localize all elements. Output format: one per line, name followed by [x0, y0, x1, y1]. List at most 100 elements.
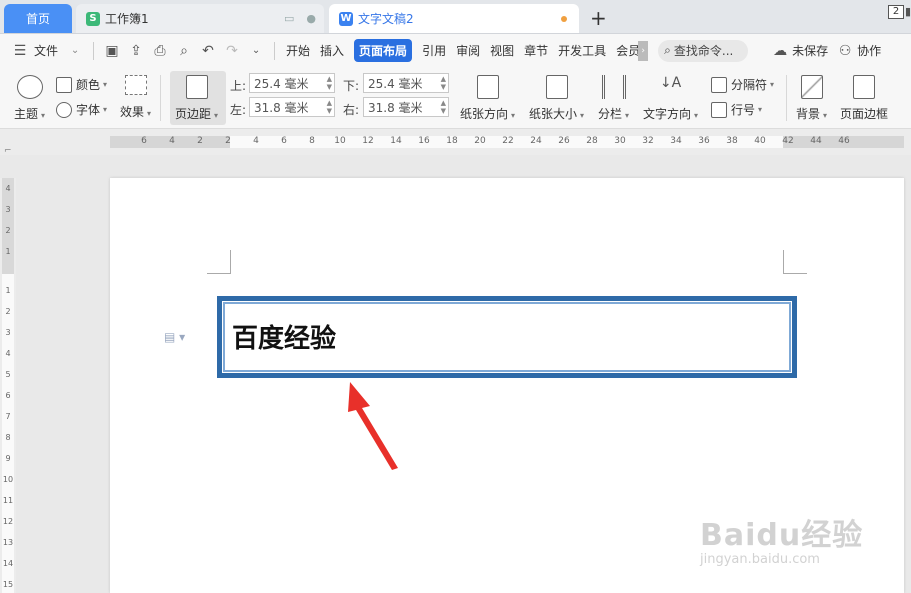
window-count-badge[interactable]: 2	[888, 5, 904, 19]
file-menu[interactable]: 文件	[34, 42, 58, 59]
menu-tab-references[interactable]: 引用	[422, 42, 446, 59]
horizontal-ruler[interactable]: 6 4 2 2 4 6 8 10 12 14 16 18 20 22 24 26 28 30 32 34 36 38 40 4…	[0, 129, 911, 155]
text-direction-button[interactable]: ↓A 文字方向 ▾	[643, 75, 698, 122]
menu-tab-developer[interactable]: 开发工具	[558, 42, 606, 59]
tab-document[interactable]: W 文字文稿2	[329, 4, 579, 33]
tab-home[interactable]: 首页	[4, 4, 72, 33]
paper-size-button[interactable]: 纸张大小 ▾	[529, 75, 584, 122]
ruler-tick-label: 1	[5, 247, 11, 256]
ruler-tick-label: 2	[225, 136, 231, 146]
top-margin-input[interactable]: 25.4 毫米 ▲ ▼	[249, 73, 335, 93]
divider	[786, 75, 787, 121]
spin-arrows-icon[interactable]: ▲ ▼	[327, 99, 332, 115]
spin-arrows-icon[interactable]: ▲ ▼	[327, 75, 332, 91]
tab-workbook[interactable]: S 工作簿1 ▭ ●	[76, 4, 324, 33]
export-icon[interactable]: ⇪	[128, 43, 144, 59]
tab-bar: 首页 S 工作簿1 ▭ ● W 文字文稿2 + 2 ▮	[0, 0, 911, 34]
columns-icon	[601, 75, 626, 99]
orientation-button[interactable]: 纸张方向 ▾	[460, 75, 515, 122]
red-arrow-annotation	[348, 382, 398, 470]
bottom-margin-input[interactable]: 25.4 毫米 ▲ ▼	[363, 73, 449, 93]
ribbon-toolbar: 主题 ▾ 颜色 ▾ 字体 ▾ 效果 ▾ 页边距 ▾ 上: 25.4 毫米 ▲ ▼ 左: 31.…	[0, 67, 911, 129]
ruler-tick-label: 26	[558, 136, 570, 146]
margins-button[interactable]: 页边距 ▾	[175, 75, 218, 122]
ruler-tick-label: 3	[5, 328, 11, 337]
spin-arrows-icon[interactable]: ▲ ▼	[441, 75, 446, 91]
unsaved-indicator-icon[interactable]	[561, 16, 567, 22]
ruler-tick-label: 40	[754, 136, 766, 146]
close-dot-icon[interactable]: ●	[306, 12, 316, 25]
ruler-tick-label: 42	[782, 136, 794, 146]
menu-tab-section[interactable]: 章节	[524, 42, 548, 59]
ruler-tick-label: 16	[418, 136, 430, 146]
effects-button[interactable]: 效果 ▾	[120, 75, 151, 120]
spin-arrows-icon[interactable]: ▲ ▼	[441, 99, 446, 115]
page-border-icon	[853, 75, 875, 99]
line-numbers-button[interactable]: 行号 ▾	[711, 101, 762, 118]
menu-bar: ☰ 文件 ⌄ ▣ ⇪ ⎙ ⌕ ↶ ↷ ⌄ 开始 插入 页面布局 引用 审阅 视图…	[0, 34, 911, 67]
user-icon[interactable]: ⚇	[837, 43, 853, 59]
save-status[interactable]: 未保存	[792, 42, 828, 59]
print-preview-icon[interactable]: ⌕	[176, 43, 192, 59]
ruler-tick-label: 28	[586, 136, 598, 146]
font-theme-button[interactable]: 字体 ▾	[56, 101, 107, 118]
window-list-icon[interactable]: ▮	[905, 5, 911, 18]
ruler-tick-label: 4	[5, 184, 11, 193]
more-tabs-icon[interactable]: ›	[638, 40, 649, 61]
menu-tab-member[interactable]: 会员	[616, 42, 638, 59]
theme-button[interactable]: 主题 ▾	[14, 75, 45, 122]
cloud-icon[interactable]: ☁	[772, 43, 788, 59]
ruler-tick-label: 6	[281, 136, 287, 146]
add-tab-button[interactable]: +	[590, 6, 607, 30]
page-margins-icon	[185, 75, 208, 99]
right-margin-input[interactable]: 31.8 毫米 ▲ ▼	[363, 97, 449, 117]
customize-toolbar-icon[interactable]: ⌄	[248, 43, 264, 59]
background-button[interactable]: 背景 ▾	[796, 75, 827, 122]
left-margin-input[interactable]: 31.8 毫米 ▲ ▼	[249, 97, 335, 117]
redo-icon[interactable]: ↷	[224, 43, 240, 59]
chevron-down-icon[interactable]: ⌄	[67, 43, 83, 59]
effects-icon	[124, 75, 147, 95]
tab-stop-selector-icon[interactable]: ⌐	[4, 146, 12, 156]
ruler-tick-label: 44	[810, 136, 822, 146]
font-theme-label: 字体	[76, 103, 101, 117]
hamburger-menu-icon[interactable]: ☰	[12, 43, 28, 59]
theme-label: 主题 ▾	[14, 107, 46, 121]
ruler-tick-label: 2	[5, 307, 11, 316]
save-icon[interactable]: ▣	[104, 43, 120, 59]
text-box-content[interactable]: 百度经验	[232, 318, 336, 355]
menu-tab-home[interactable]: 开始	[286, 42, 310, 59]
menu-tab-insert[interactable]: 插入	[320, 42, 344, 59]
menu-tab-review[interactable]: 审阅	[456, 42, 480, 59]
undo-icon[interactable]: ↶	[200, 43, 216, 59]
breaks-button[interactable]: 分隔符 ▾	[711, 76, 774, 93]
monitor-icon[interactable]: ▭	[284, 12, 294, 25]
print-icon[interactable]: ⎙	[152, 43, 168, 59]
ruler-tick-label: 8	[5, 433, 11, 442]
baidu-watermark: Baidu经验 jingyan.baidu.com	[700, 510, 863, 567]
color-button[interactable]: 颜色 ▾	[56, 76, 107, 93]
line-numbers-icon	[711, 101, 727, 118]
left-margin-label: 左:	[230, 103, 247, 117]
search-placeholder: 查找命令...	[673, 44, 734, 58]
paragraph-layout-icon[interactable]: ▤ ▾	[164, 330, 185, 344]
search-icon: ⌕	[664, 43, 671, 57]
ruler-tick-label: 46	[838, 136, 850, 146]
ruler-tick-label: 12	[362, 136, 374, 146]
vertical-ruler[interactable]: 4 3 2 1 1 2 3 4 5 6 7 8 9 10 11 12 13 14 15	[0, 178, 16, 593]
menu-tab-page-layout[interactable]: 页面布局	[354, 39, 413, 62]
spreadsheet-icon: S	[86, 11, 100, 26]
menu-tab-view[interactable]: 视图	[490, 42, 514, 59]
font-t-icon	[56, 101, 72, 118]
ruler-tick-label: 4	[169, 136, 175, 146]
ruler-tick-label: 2	[5, 226, 11, 235]
right-margin-label: 右:	[343, 103, 360, 117]
command-search-input[interactable]: ⌕ 查找命令...	[658, 39, 749, 62]
collaborate-button[interactable]: 协作	[857, 42, 881, 59]
page-border-button[interactable]: 页面边框	[840, 75, 888, 122]
margin-corner-mark	[207, 250, 231, 274]
ruler-tick-label: 14	[2, 559, 14, 568]
tab-home-label: 首页	[25, 12, 50, 26]
columns-button[interactable]: 分栏 ▾	[598, 75, 629, 122]
ruler-tick-label: 24	[530, 136, 542, 146]
